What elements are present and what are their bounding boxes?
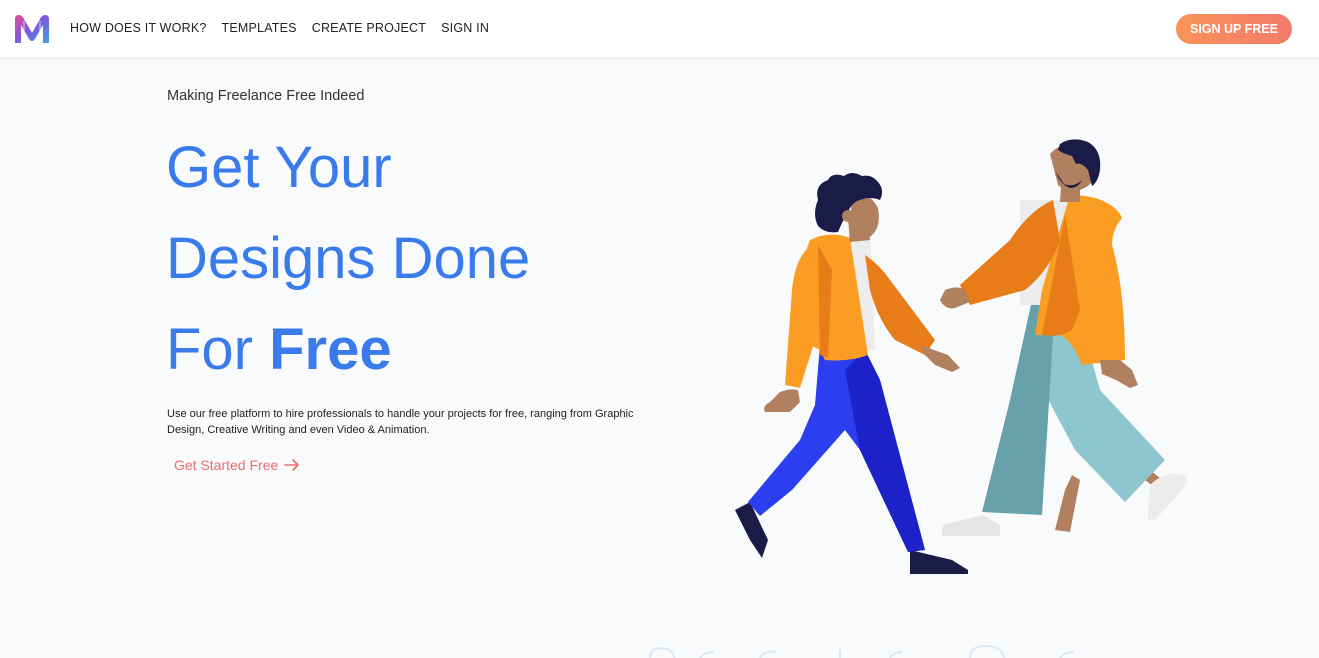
arrow-right-icon xyxy=(284,459,300,471)
get-started-link[interactable]: Get Started Free xyxy=(174,457,300,473)
hero-headline: Get Your Designs Done For Free xyxy=(166,122,530,395)
nav-how-it-works[interactable]: HOW DOES IT WORK? xyxy=(70,21,207,35)
headline-line-2: Designs Done xyxy=(166,226,531,291)
woman-figure xyxy=(735,173,968,574)
nav-sign-in[interactable]: SIGN IN xyxy=(441,21,489,35)
nav-templates[interactable]: TEMPLATES xyxy=(222,21,297,35)
headline-free: Free xyxy=(269,317,392,382)
headline-line-3: For Free xyxy=(166,304,530,395)
hero-tagline: Making Freelance Free Indeed xyxy=(167,88,365,104)
man-figure xyxy=(940,139,1187,536)
get-started-label: Get Started Free xyxy=(174,457,279,473)
nav-create-project[interactable]: CREATE PROJECT xyxy=(312,21,426,35)
hero-illustration xyxy=(735,139,1187,574)
hero-description: Use our free platform to hire profession… xyxy=(167,408,634,436)
top-navbar: HOW DOES IT WORK? TEMPLATES CREATE PROJE… xyxy=(0,0,1319,59)
headline-for: For xyxy=(166,317,270,382)
sign-up-button[interactable]: SIGN UP FREE xyxy=(1176,14,1292,44)
faded-section-text-decoration xyxy=(649,644,1075,658)
headline-line-1: Get Your xyxy=(166,135,392,200)
nav-links: HOW DOES IT WORK? TEMPLATES CREATE PROJE… xyxy=(70,21,504,35)
logo-icon[interactable] xyxy=(13,13,51,45)
